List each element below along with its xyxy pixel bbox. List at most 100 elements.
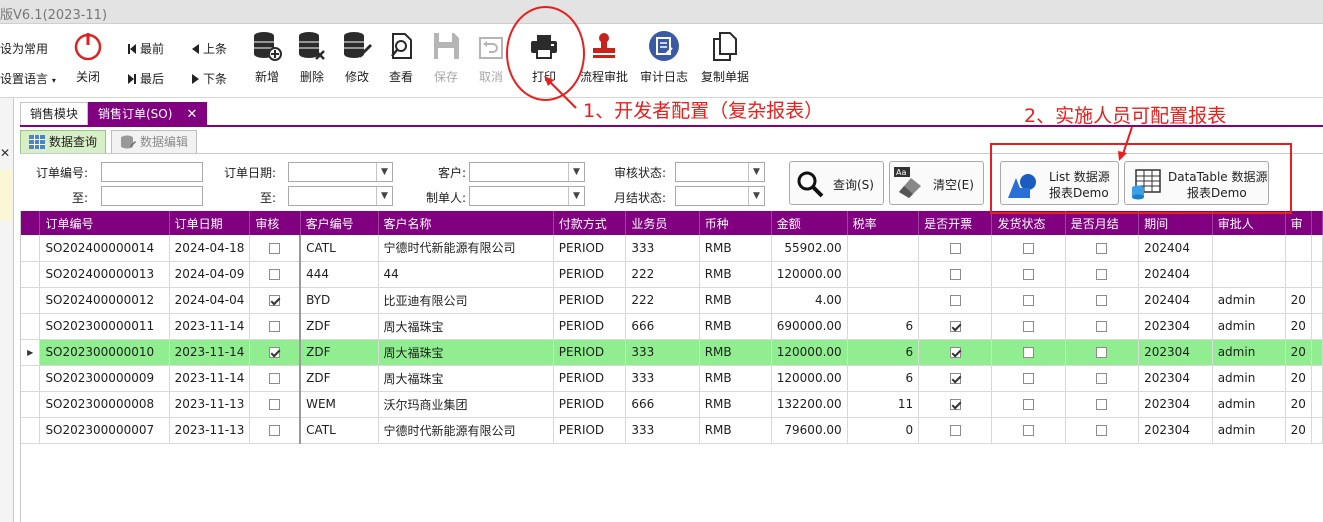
column-header[interactable]: 审核 xyxy=(249,211,301,235)
column-header[interactable]: 客户编号 xyxy=(300,211,379,235)
cell-sales[interactable]: 333 xyxy=(625,417,700,444)
cell-month[interactable] xyxy=(1065,313,1140,340)
cell-extra[interactable]: 20 xyxy=(1285,417,1313,444)
table-row[interactable]: SO202300000007 2023-11-13 CATL 宁德时代新能源有限公司 P… xyxy=(21,417,1323,444)
cell-date[interactable]: 2024-04-04 xyxy=(169,287,251,314)
audit-log-button[interactable]: 审计日志 xyxy=(638,24,690,94)
cell-name[interactable]: 周大福珠宝 xyxy=(378,313,554,340)
cell-amt[interactable]: 4.00 xyxy=(771,287,848,314)
cell-ship[interactable] xyxy=(991,235,1066,262)
checkbox[interactable] xyxy=(1096,295,1108,306)
row-indicator[interactable] xyxy=(21,235,41,262)
set-common-button[interactable]: 设为常用 xyxy=(0,40,48,57)
checkbox[interactable] xyxy=(949,269,961,280)
cell-inv[interactable] xyxy=(918,313,993,340)
cell-ship[interactable] xyxy=(991,261,1066,288)
cell-audit[interactable] xyxy=(249,235,301,262)
view-button[interactable]: 查看 xyxy=(381,24,421,94)
cell-date[interactable]: 2023-11-13 xyxy=(169,417,251,444)
cell-no[interactable]: SO202400000012 xyxy=(39,287,170,314)
cell-approver[interactable]: admin xyxy=(1212,391,1286,418)
cell-pay[interactable]: PERIOD xyxy=(553,391,627,418)
cell-approver[interactable]: admin xyxy=(1212,313,1286,340)
prev-button[interactable]: 上条 xyxy=(192,40,227,57)
cell-pay[interactable]: PERIOD xyxy=(553,235,627,262)
cell-ship[interactable] xyxy=(991,339,1066,366)
close-tab-icon[interactable]: ✕ xyxy=(186,107,197,122)
checkbox[interactable] xyxy=(949,321,961,332)
cell-approver[interactable]: admin xyxy=(1212,365,1286,392)
next-button[interactable]: 下条 xyxy=(192,70,227,87)
order-no-to-input[interactable] xyxy=(101,186,203,206)
cell-cur[interactable]: RMB xyxy=(699,261,772,288)
checkbox[interactable] xyxy=(269,242,281,254)
cell-inv[interactable] xyxy=(918,417,993,444)
order-date-from-select[interactable]: ▼ xyxy=(288,162,393,182)
cell-period[interactable]: 202404 xyxy=(1138,287,1213,314)
row-indicator[interactable] xyxy=(21,313,41,340)
cell-period[interactable]: 202304 xyxy=(1138,339,1213,366)
tab-sales-order[interactable]: 销售订单(SO) ✕ xyxy=(88,102,208,126)
cell-audit[interactable] xyxy=(249,365,301,392)
cell-tax[interactable]: 11 xyxy=(847,391,920,418)
column-header[interactable]: 币种 xyxy=(699,211,772,235)
column-header[interactable]: 订单编号 xyxy=(39,211,170,235)
checkbox[interactable] xyxy=(1023,269,1035,280)
checkbox[interactable] xyxy=(949,373,961,384)
copy-doc-button[interactable]: 复制单据 xyxy=(698,24,752,94)
add-button[interactable]: 新增 xyxy=(246,24,288,94)
cell-tax[interactable] xyxy=(847,287,920,314)
cell-ship[interactable] xyxy=(991,287,1066,314)
checkbox[interactable] xyxy=(269,373,281,384)
table-row[interactable]: SO202400000013 2024-04-09 444 44 PERIOD 222 RM… xyxy=(21,261,1323,288)
cell-name[interactable]: 周大福珠宝 xyxy=(378,365,554,392)
column-header[interactable]: 审 xyxy=(1285,211,1313,235)
column-header[interactable]: 业务员 xyxy=(625,211,700,235)
workflow-button[interactable]: 流程审批 xyxy=(578,24,630,94)
cell-cust[interactable]: BYD xyxy=(299,287,379,314)
cell-period[interactable]: 202304 xyxy=(1138,391,1213,418)
cell-audit[interactable] xyxy=(249,339,301,366)
cell-period[interactable]: 202304 xyxy=(1138,313,1213,340)
cell-amt[interactable]: 120000.00 xyxy=(771,365,848,392)
cell-date[interactable]: 2023-11-14 xyxy=(169,313,251,340)
collapse-icon[interactable]: ✕ xyxy=(0,146,10,160)
checkbox[interactable] xyxy=(1096,321,1108,332)
cell-no[interactable]: SO202300000010 xyxy=(39,339,170,366)
tab-data-edit[interactable]: 数据编辑 xyxy=(111,130,198,154)
cell-extra[interactable] xyxy=(1285,261,1313,288)
cell-cur[interactable]: RMB xyxy=(699,287,772,314)
table-row[interactable]: SO202300000011 2023-11-14 ZDF 周大福珠宝 PERIOD 66… xyxy=(21,313,1323,340)
cell-inv[interactable] xyxy=(918,235,993,262)
checkbox[interactable] xyxy=(1096,425,1108,436)
cell-tax[interactable]: 6 xyxy=(847,365,920,392)
cell-name[interactable]: 沃尔玛商业集团 xyxy=(378,391,554,418)
cell-approver[interactable] xyxy=(1212,235,1286,262)
first-button[interactable]: 最前 xyxy=(128,40,164,57)
column-header[interactable]: 客户名称 xyxy=(378,211,554,235)
audit-status-select[interactable]: ▼ xyxy=(675,162,765,182)
cell-cust[interactable]: WEM xyxy=(299,391,379,418)
checkbox[interactable] xyxy=(1023,321,1035,332)
cell-ship[interactable] xyxy=(991,417,1066,444)
checkbox[interactable] xyxy=(949,425,961,436)
cell-period[interactable]: 202404 xyxy=(1138,261,1213,288)
checkbox[interactable] xyxy=(949,242,961,254)
checkbox[interactable] xyxy=(1096,269,1108,280)
checkbox[interactable] xyxy=(1023,399,1035,410)
cell-no[interactable]: SO202300000007 xyxy=(39,417,170,444)
checkbox[interactable] xyxy=(269,399,281,410)
cell-approver[interactable]: admin xyxy=(1212,417,1286,444)
cell-tax[interactable] xyxy=(847,235,920,262)
cell-pay[interactable]: PERIOD xyxy=(553,287,627,314)
order-date-to-select[interactable]: ▼ xyxy=(288,186,393,206)
cell-pay[interactable]: PERIOD xyxy=(553,313,627,340)
cell-cust[interactable]: CATL xyxy=(299,235,379,262)
cell-amt[interactable]: 55902.00 xyxy=(771,235,848,262)
cell-no[interactable]: SO202400000013 xyxy=(39,261,170,288)
column-header[interactable]: 税率 xyxy=(847,211,920,235)
left-side-panel[interactable]: ✕ xyxy=(0,98,14,522)
cancel-button[interactable]: 取消 xyxy=(471,24,511,94)
cell-month[interactable] xyxy=(1065,417,1140,444)
cell-inv[interactable] xyxy=(918,287,993,314)
